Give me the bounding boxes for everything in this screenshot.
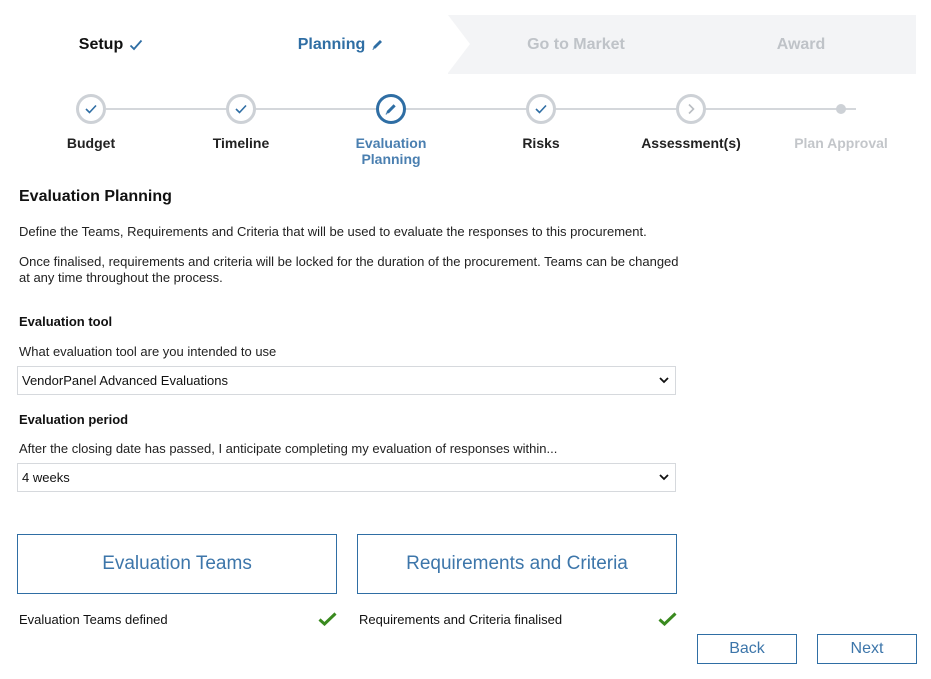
requirements-and-criteria-button[interactable]: Requirements and Criteria [357, 534, 677, 594]
step-label: Plan Approval [794, 135, 888, 151]
checkmark-icon [658, 612, 677, 626]
evaluation-tool-select[interactable]: VendorPanel Advanced Evaluations [17, 366, 676, 395]
requirements-status-text: Requirements and Criteria finalised [359, 611, 563, 627]
evaluation-period-selected-value: 4 weeks [22, 470, 70, 485]
next-button[interactable]: Next [817, 634, 917, 664]
phase-planning-label: Planning [297, 35, 366, 53]
step-plan-approval: Plan Approval [766, 94, 916, 151]
step-label: Timeline [212, 135, 270, 151]
evaluation-planning-form: Evaluation Planning Define the Teams, Re… [17, 188, 679, 492]
evaluation-tool-heading: Evaluation tool [19, 314, 113, 329]
evaluation-period-heading: Evaluation period [19, 412, 129, 427]
step-budget[interactable]: Budget [16, 94, 166, 151]
pencil-icon [385, 104, 396, 115]
page-title: Evaluation Planning [19, 188, 172, 205]
evaluation-teams-status: Evaluation Teams defined [19, 608, 337, 630]
description-text: Define the Teams, Requirements and Crite… [19, 224, 647, 239]
step-label: Budget [66, 135, 116, 151]
step-assessments[interactable]: Assessment(s) [616, 94, 766, 151]
chevron-down-icon [659, 377, 669, 384]
step-label: Evaluation Planning [355, 135, 427, 167]
step-evaluation-planning-circle [376, 94, 406, 124]
requirements-status: Requirements and Criteria finalised [359, 608, 677, 630]
phase-go-to-market: Go to Market [527, 35, 625, 53]
step-timeline-circle [226, 94, 256, 124]
step-label: Assessment(s) [641, 135, 741, 151]
evaluation-period-question: After the closing date has passed, I ant… [19, 441, 558, 456]
step-progress: Budget Timeline Evaluation Planning Risks… [16, 94, 916, 174]
check-icon [85, 104, 97, 114]
phase-planning[interactable]: Planning [246, 15, 436, 74]
evaluation-tool-question: What evaluation tool are you intended to… [19, 344, 277, 359]
evaluation-teams-button[interactable]: Evaluation Teams [17, 534, 337, 594]
phase-stepper: Setup Planning Go to Market Award [16, 15, 916, 74]
phase-arrow [448, 15, 470, 73]
back-button[interactable]: Back [697, 634, 797, 664]
step-risks[interactable]: Risks [466, 94, 616, 151]
phase-setup[interactable]: Setup [16, 15, 206, 74]
step-plan-approval-dot [836, 104, 846, 114]
check-icon [235, 104, 247, 114]
pencil-icon [371, 38, 384, 51]
step-evaluation-planning[interactable]: Evaluation Planning [316, 94, 466, 167]
step-assessments-circle [676, 94, 706, 124]
evaluation-period-select[interactable]: 4 weeks [17, 463, 676, 492]
check-icon [129, 39, 143, 51]
chevron-right-icon [688, 103, 695, 115]
evaluation-teams-status-text: Evaluation Teams defined [19, 611, 168, 627]
step-risks-circle [526, 94, 556, 124]
checkmark-icon [318, 612, 337, 626]
evaluation-tool-selected-value: VendorPanel Advanced Evaluations [22, 373, 228, 388]
chevron-down-icon [659, 474, 669, 481]
description-text: Once finalised, requirements and criteri… [19, 254, 679, 285]
step-timeline[interactable]: Timeline [166, 94, 316, 151]
check-icon [535, 104, 547, 114]
phase-award: Award [776, 35, 826, 53]
phase-setup-label: Setup [78, 35, 124, 53]
step-label: Risks [522, 135, 560, 151]
step-budget-circle [76, 94, 106, 124]
